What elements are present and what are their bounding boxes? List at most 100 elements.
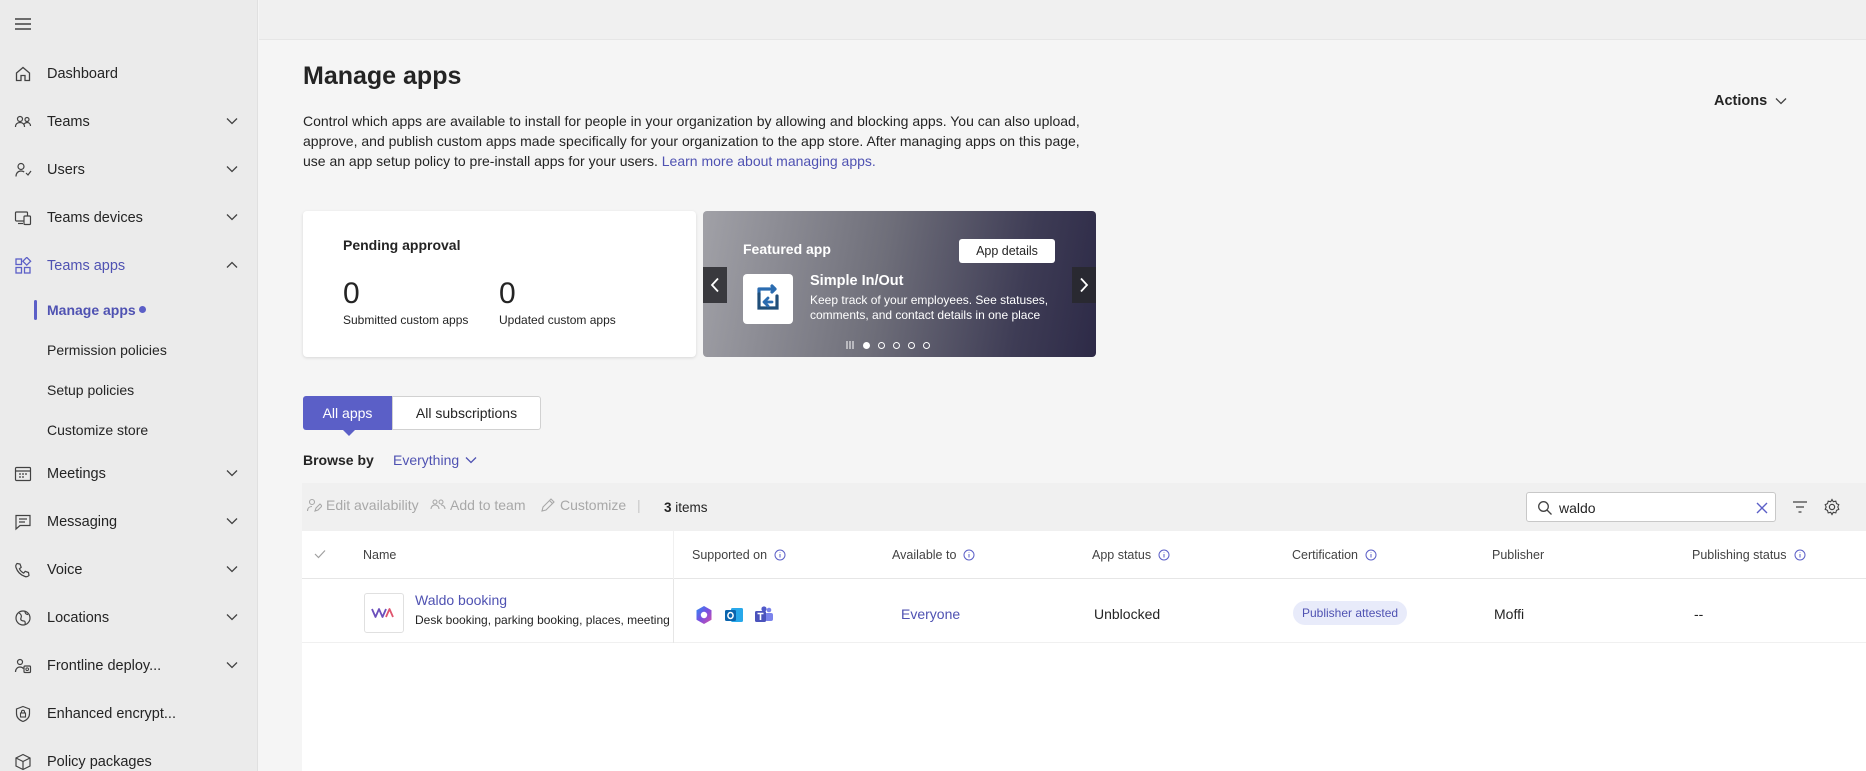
tab-label: All subscriptions [415,405,518,421]
submitted-label: Submitted custom apps [343,313,469,327]
supported-platforms [694,605,774,625]
chevron-down-icon [226,213,238,221]
page-title: Manage apps [303,62,462,90]
nav-item-teams-devices[interactable]: Teams devices [0,198,258,238]
carousel-dot[interactable] [878,341,885,349]
available-to-link[interactable]: Everyone [901,606,960,622]
column-header-available-to[interactable]: Available to [892,548,975,562]
tab-all-subscriptions[interactable]: All subscriptions [392,396,541,430]
featured-app-description: Keep track of your employees. See status… [810,293,1049,322]
nav-item-meetings[interactable]: Meetings [0,454,258,494]
learn-more-link[interactable]: Learn more about managing apps. [662,153,876,169]
selected-indicator [34,300,37,320]
column-header-name[interactable]: Name [363,548,396,562]
nav-item-messaging[interactable]: Messaging [0,502,258,542]
featured-app-title: Featured app [743,241,831,257]
chevron-right-icon [1080,277,1089,293]
nav-item-locations[interactable]: Locations [0,598,258,638]
info-icon [1158,549,1170,561]
browse-by-label: Browse by [303,452,374,468]
waldo-booking-logo [364,593,404,633]
table-row[interactable]: Waldo booking Desk booking, parking book… [302,579,1866,643]
carousel-pager [845,340,930,350]
submitted-custom-apps-stat[interactable]: 0 Submitted custom apps [343,277,468,327]
carousel-dot[interactable] [908,341,915,349]
outlook-icon [724,605,744,625]
column-header-certification[interactable]: Certification [1292,548,1377,562]
app-name-link[interactable]: Waldo booking [415,592,507,608]
command-bar: Edit availability Add to team Customize … [302,483,1866,531]
copilot-icon [694,605,714,625]
simple-in-out-logo [743,274,793,324]
subnav-item-permission-policies[interactable]: Permission policies [0,333,258,367]
nav-item-dashboard[interactable]: Dashboard [0,54,258,94]
chevron-down-icon [226,117,238,125]
nav-item-policy-packages[interactable]: Policy packages [0,742,258,771]
nav-item-teams-apps[interactable]: Teams apps [0,246,258,286]
pending-approval-title: Pending approval [343,237,461,253]
chevron-left-icon [710,277,719,293]
page-description: Control which apps are available to inst… [303,111,1093,171]
column-header-publishing-status[interactable]: Publishing status [1692,548,1806,562]
actions-button[interactable]: Actions [1714,90,1787,112]
nav-item-voice[interactable]: Voice [0,550,258,590]
info-icon [1365,549,1377,561]
hamburger-icon[interactable] [13,16,33,32]
carousel-dot[interactable] [863,341,870,349]
column-header-supported-on[interactable]: Supported on [692,548,786,562]
updated-count: 0 [499,277,516,310]
users-icon [14,161,32,179]
actions-label: Actions [1714,93,1768,109]
submitted-count: 0 [343,277,360,310]
chevron-down-icon [226,613,238,621]
certification-badge: Publisher attested [1293,601,1408,625]
search-box[interactable] [1526,492,1776,522]
teams-icon [14,113,32,131]
person-edit-icon [306,497,322,513]
gear-icon[interactable] [1823,498,1841,516]
nav-item-teams[interactable]: Teams [0,102,258,142]
app-details-button[interactable]: App details [959,239,1055,263]
edit-availability-button[interactable]: Edit availability [306,497,419,513]
carousel-dot[interactable] [893,341,900,349]
browse-by-value: Everything [393,452,460,468]
subnav-item-setup-policies[interactable]: Setup policies [0,373,258,407]
tab-label: All apps [322,405,373,421]
phone-icon [14,561,32,579]
app-status-value: Unblocked [1094,606,1161,622]
column-header-app-status[interactable]: App status [1092,548,1170,562]
app-description: Desk booking, parking booking, places, m… [415,613,670,627]
carousel-dot[interactable] [923,341,930,349]
add-to-team-button[interactable]: Add to team [430,497,526,513]
pencil-icon [540,497,556,513]
filter-icon[interactable] [1792,500,1808,514]
carousel-prev-button[interactable] [703,267,727,303]
select-all-checkmark-icon[interactable] [314,549,326,559]
apps-icon [14,257,32,275]
devices-icon [14,209,32,227]
pause-icon[interactable] [845,340,855,350]
calendar-icon [14,465,32,483]
updated-label: Updated custom apps [499,313,616,327]
tab-selected-notch [343,430,355,436]
subnav-item-customize-store[interactable]: Customize store [0,413,258,447]
customize-button[interactable]: Customize [540,497,626,513]
nav-item-enhanced-encryption[interactable]: Enhanced encrypt... [0,694,258,734]
apps-table: Name Supported on Available to App statu… [302,531,1866,771]
close-icon[interactable] [1755,501,1769,515]
info-icon [1794,549,1806,561]
search-input[interactable] [1559,498,1739,518]
table-header: Name Supported on Available to App statu… [302,531,1866,579]
top-bar [259,0,1866,40]
nav-item-users[interactable]: Users [0,150,258,190]
browse-by-dropdown[interactable]: Everything [393,452,477,468]
column-divider [673,579,674,643]
updated-custom-apps-stat[interactable]: 0 Updated custom apps [499,277,616,327]
tab-all-apps[interactable]: All apps [303,396,392,436]
subnav-item-manage-apps[interactable]: Manage apps [0,293,258,327]
frontline-icon [14,657,32,675]
nav-item-frontline-deployment[interactable]: Frontline deploy... [0,646,258,686]
column-header-publisher[interactable]: Publisher [1492,548,1544,562]
carousel-next-button[interactable] [1072,267,1096,303]
item-count-label: items [675,500,708,515]
